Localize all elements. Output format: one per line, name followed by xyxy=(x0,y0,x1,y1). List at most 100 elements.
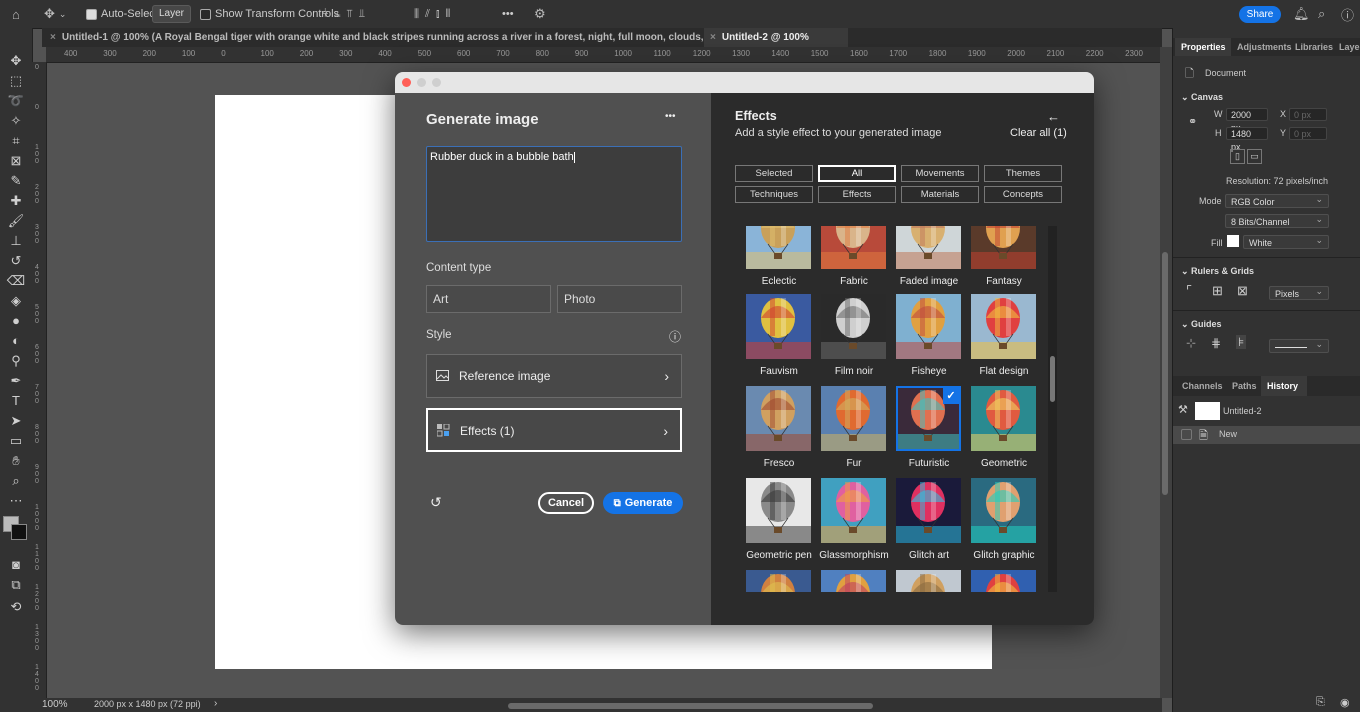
tab-channels[interactable]: Channels xyxy=(1182,376,1223,396)
filter-effects[interactable]: Effects xyxy=(818,186,896,203)
tab-untitled-2[interactable]: ×Untitled-2 @ 100% (RGB/8) xyxy=(704,28,848,62)
align-icons[interactable]: ⫩⫨⫪⫫ xyxy=(322,0,371,28)
show-transform-checkbox[interactable]: Show Transform Controls xyxy=(200,0,339,28)
content-type-art[interactable]: Art xyxy=(426,285,551,313)
effect-thumb-effect-17[interactable] xyxy=(821,570,886,592)
effect-thumb-fresco[interactable] xyxy=(746,386,811,451)
effect-thumb-geometric-pen[interactable] xyxy=(746,478,811,543)
smart-guides-icon[interactable]: ⋕ xyxy=(1211,336,1221,350)
fill-dropdown[interactable]: White xyxy=(1243,233,1329,249)
tab-layers[interactable]: Layer xyxy=(1339,38,1360,56)
guide-style-dropdown[interactable] xyxy=(1269,337,1329,353)
pen-tool-icon[interactable]: ✒ xyxy=(6,372,26,390)
effect-thumb-effect-19[interactable] xyxy=(971,570,1036,592)
move-tool-icon[interactable]: ✥ xyxy=(6,52,26,70)
brush-tool-icon[interactable]: 🖌︎ xyxy=(6,212,26,230)
rectangle-tool-icon[interactable]: ▭ xyxy=(6,432,26,450)
home-icon[interactable]: ⌂ xyxy=(12,0,20,28)
auto-select-checkbox[interactable]: Auto-Select: xyxy=(86,0,161,28)
ruler-icon[interactable]: ⌜ xyxy=(1186,283,1192,299)
effect-thumb-faded-image[interactable] xyxy=(896,226,961,269)
effect-thumb-film-noir[interactable] xyxy=(821,294,886,359)
filter-selected[interactable]: Selected xyxy=(735,165,813,182)
width-field[interactable]: 2000 px xyxy=(1226,108,1268,133)
generative-icon[interactable]: ⟲ xyxy=(6,598,26,616)
eraser-tool-icon[interactable]: ⌫ xyxy=(6,272,26,290)
effect-thumb-fantasy[interactable] xyxy=(971,226,1036,269)
portrait-icon[interactable]: ▯ xyxy=(1230,149,1245,164)
paint-bucket-tool-icon[interactable]: ◈ xyxy=(6,292,26,310)
close-tab-icon[interactable]: × xyxy=(710,32,716,43)
effect-thumb-fabric[interactable] xyxy=(821,226,886,269)
crop-tool-icon[interactable]: ⌗ xyxy=(6,132,26,150)
effect-thumb-futuristic[interactable]: ✓ xyxy=(896,386,961,451)
bit-depth-dropdown[interactable]: 8 Bits/Channel xyxy=(1225,212,1329,228)
minimize-window-button[interactable] xyxy=(417,78,426,87)
mode-dropdown[interactable]: RGB Color xyxy=(1225,192,1329,208)
frame-tool-icon[interactable]: ⊠ xyxy=(6,152,26,170)
tab-untitled-1[interactable]: × Untitled-1 @ 100% (A Royal Bengal tiger… xyxy=(42,28,710,62)
effect-thumb-eclectic[interactable] xyxy=(746,226,811,269)
effect-thumb-fauvism[interactable] xyxy=(746,294,811,359)
history-brush-tool-icon[interactable]: ↺ xyxy=(6,252,26,270)
filter-techniques[interactable]: Techniques xyxy=(735,186,813,203)
units-dropdown[interactable]: Pixels xyxy=(1269,284,1329,300)
effect-thumb-effect-16[interactable] xyxy=(746,570,811,592)
share-button[interactable]: Share xyxy=(1239,6,1281,23)
guides-layout-icon[interactable]: ⊧ xyxy=(1236,335,1247,349)
camera-icon[interactable]: ◉ xyxy=(1340,696,1350,709)
distribute-icons[interactable]: ⫼⫽⫾⦀ xyxy=(414,0,456,28)
quick-mask-icon[interactable]: ◙ xyxy=(6,556,26,574)
background-color-swatch[interactable] xyxy=(11,524,27,540)
effect-thumb-glitch-art[interactable] xyxy=(896,478,961,543)
close-tab-icon[interactable]: × xyxy=(50,32,56,43)
filter-materials[interactable]: Materials xyxy=(901,186,979,203)
more-options-button[interactable]: ••• xyxy=(502,0,514,28)
vertical-scrollbar[interactable] xyxy=(1162,252,1168,495)
reference-image-button[interactable]: Reference image › xyxy=(426,354,682,398)
dodge-burn-tool-icon[interactable]: ⚲ xyxy=(6,352,26,370)
effects-button[interactable]: Effects (1) › xyxy=(426,408,682,452)
auto-select-dropdown[interactable]: Layer xyxy=(152,5,192,23)
snapshot-label[interactable]: Untitled-2 xyxy=(1223,406,1262,416)
filter-all[interactable]: All xyxy=(818,165,896,182)
dodge-tool-icon[interactable]: ◐ xyxy=(6,332,26,350)
stamp-tool-icon[interactable]: ⊥ xyxy=(6,232,26,250)
filter-concepts[interactable]: Concepts xyxy=(984,186,1062,203)
history-checkbox[interactable] xyxy=(1181,429,1192,440)
screen-mode-icon[interactable]: ⧉ xyxy=(6,576,26,594)
tab-adjustments[interactable]: Adjustments xyxy=(1237,38,1292,56)
hand-tool-icon[interactable]: ✋︎ xyxy=(6,452,26,470)
grid-icon[interactable]: ⊞ xyxy=(1212,283,1223,299)
zoom-level[interactable]: 100% xyxy=(42,699,68,710)
eyedropper-tool-icon[interactable]: ✎ xyxy=(6,172,26,190)
style-info-icon[interactable]: ⓘ xyxy=(669,328,681,345)
filter-movements[interactable]: Movements xyxy=(901,165,979,182)
link-icon[interactable]: ⚭ xyxy=(1188,115,1197,128)
guide-icon[interactable]: ⊹ xyxy=(1186,336,1196,350)
effect-thumb-glitch-graphic[interactable] xyxy=(971,478,1036,543)
settings-gear-icon[interactable]: ⚙ xyxy=(534,0,546,28)
fill-color-swatch[interactable] xyxy=(1227,235,1239,247)
status-arrow[interactable]: › xyxy=(214,698,217,709)
rulers-grids-heading[interactable]: ⌄ Rulers & Grids xyxy=(1181,266,1254,277)
search-icon[interactable]: ⌕ xyxy=(1318,0,1325,28)
content-type-photo[interactable]: Photo xyxy=(557,285,682,313)
history-step-new[interactable]: 🗎︎ New xyxy=(1173,426,1360,444)
move-tool-icon[interactable]: ✥ ⌄ xyxy=(44,0,66,28)
x-field[interactable]: 0 px xyxy=(1289,108,1327,121)
filter-themes[interactable]: Themes xyxy=(984,165,1062,182)
lasso-tool-icon[interactable]: ➰ xyxy=(6,92,26,110)
prompt-input[interactable]: Rubber duck in a bubble bath xyxy=(426,146,682,242)
marquee-tool-icon[interactable]: ⬚ xyxy=(6,72,26,90)
tab-paths[interactable]: Paths xyxy=(1232,376,1257,396)
tab-properties[interactable]: Properties xyxy=(1175,38,1231,56)
effect-thumb-geometric[interactable] xyxy=(971,386,1036,451)
generate-button[interactable]: ⧉ Generate xyxy=(603,492,683,514)
history-brush-icon[interactable]: ⚒ xyxy=(1178,403,1188,416)
new-snapshot-icon[interactable]: ⎘ xyxy=(1316,696,1325,709)
effect-thumb-effect-18[interactable] xyxy=(896,570,961,592)
tab-libraries[interactable]: Libraries xyxy=(1295,38,1333,56)
healing-brush-tool-icon[interactable]: ✚ xyxy=(6,192,26,210)
path-select-tool-icon[interactable]: ➤ xyxy=(6,412,26,430)
